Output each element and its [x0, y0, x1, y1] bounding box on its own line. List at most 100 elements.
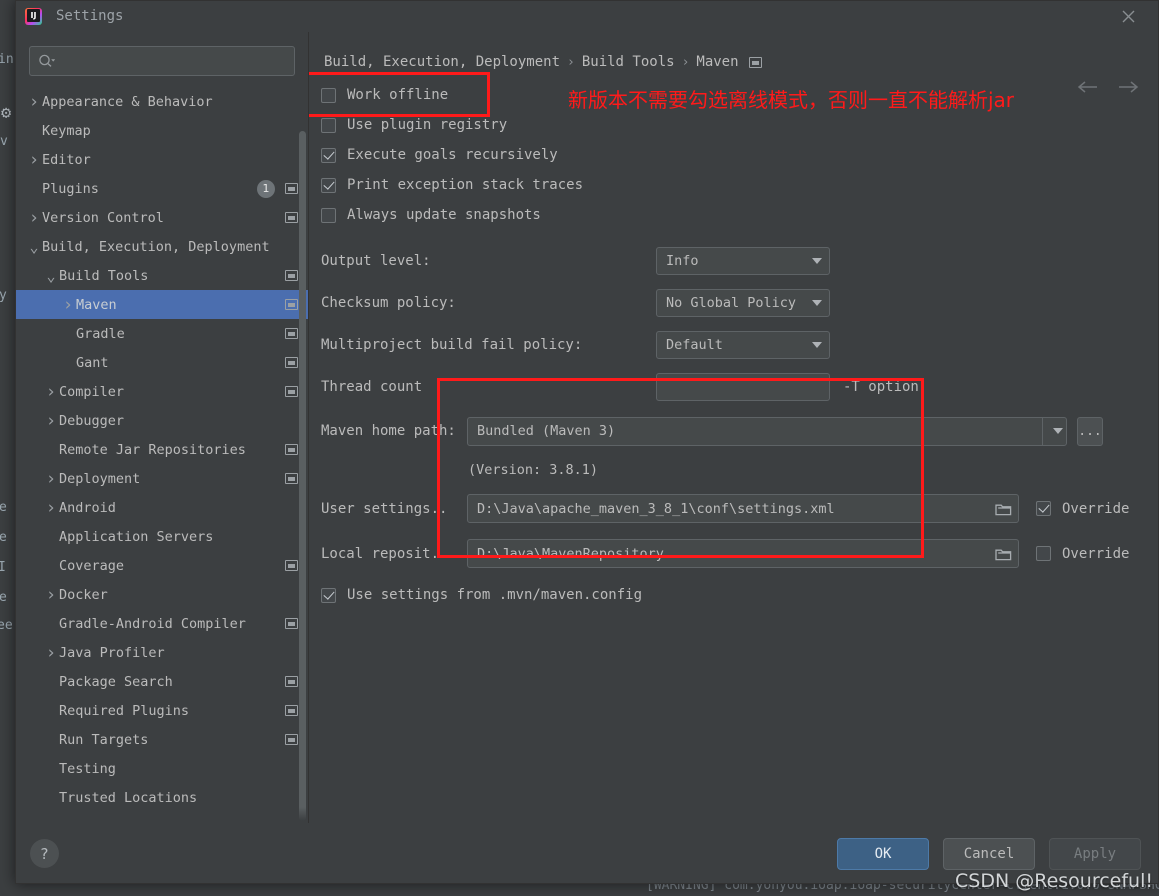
project-scope-icon[interactable]	[285, 560, 298, 571]
project-scope-icon[interactable]	[285, 705, 298, 716]
chevron-right-icon[interactable]: ›	[26, 151, 42, 168]
sidebar-item-run-targets[interactable]: ›Run Targets	[16, 725, 308, 754]
chevron-down-icon[interactable]: ⌄	[43, 268, 59, 283]
sidebar-item-languages-frameworks[interactable]: ›Languages & Frameworks	[16, 812, 308, 823]
chevron-right-icon[interactable]: ›	[43, 383, 59, 400]
project-scope-icon[interactable]	[285, 183, 298, 194]
breadcrumb-item-0[interactable]: Build, Execution, Deployment	[324, 54, 560, 70]
sidebar-item-gradle[interactable]: ›Gradle	[16, 319, 308, 348]
checksum-policy-dropdown[interactable]: No Global Policy	[656, 289, 830, 317]
maven-home-browse-button[interactable]: ...	[1077, 416, 1103, 446]
sidebar-item-keymap[interactable]: ›Keymap	[16, 116, 308, 145]
cancel-button[interactable]: Cancel	[943, 837, 1035, 870]
bg-fragment: ee	[0, 618, 13, 633]
user-settings-override-wrap[interactable]: Override	[1036, 501, 1129, 517]
user-settings-label: User settings..	[321, 500, 448, 517]
sidebar-item-application-servers[interactable]: ›Application Servers	[16, 522, 308, 551]
output-level-dropdown[interactable]: Info	[656, 247, 830, 275]
sidebar-search-wrap	[16, 32, 308, 85]
chevron-right-icon[interactable]: ›	[26, 93, 42, 110]
maven-home-path-dropdown[interactable]: Bundled (Maven 3)	[467, 416, 1067, 446]
chevron-right-icon[interactable]: ›	[43, 586, 59, 603]
chevron-right-icon[interactable]: ›	[43, 412, 59, 429]
chevron-right-icon[interactable]: ›	[43, 499, 59, 516]
sidebar-item-trusted-locations[interactable]: ›Trusted Locations	[16, 783, 308, 812]
use-plugin-registry-checkbox[interactable]	[321, 117, 336, 133]
project-scope-icon[interactable]	[285, 357, 298, 368]
local-repository-override-checkbox[interactable]	[1036, 546, 1051, 561]
folder-icon[interactable]	[988, 495, 1018, 522]
local-repository-override-wrap[interactable]: Override	[1036, 546, 1129, 562]
print-exception-stack-traces-checkbox[interactable]	[321, 177, 336, 193]
project-scope-icon[interactable]	[285, 676, 298, 687]
search-box[interactable]	[29, 46, 295, 76]
project-scope-icon[interactable]	[285, 618, 298, 629]
project-scope-icon[interactable]	[285, 386, 298, 397]
execute-goals-recursively-label: Execute goals recursively	[347, 147, 558, 163]
work-offline-checkbox[interactable]	[321, 87, 336, 103]
project-scope-icon[interactable]	[285, 734, 298, 745]
user-settings-value: D:\Java\apache_maven_3_8_1\conf\settings…	[477, 500, 835, 517]
sidebar-item-docker[interactable]: › Docker	[16, 580, 308, 609]
sidebar-item-label: Package Search	[59, 673, 173, 690]
multiproject-fail-policy-dropdown[interactable]: Default	[656, 331, 830, 359]
chevron-down-icon[interactable]	[1042, 417, 1066, 445]
sidebar-item-required-plugins[interactable]: ›Required Plugins	[16, 696, 308, 725]
project-scope-icon[interactable]	[285, 473, 298, 484]
settings-main-panel: Build, Execution, Deployment › Build Too…	[309, 32, 1158, 823]
project-scope-icon[interactable]	[285, 444, 298, 455]
checkbox-row-always-update-snapshots[interactable]: Always update snapshots	[321, 200, 1158, 230]
execute-goals-recursively-checkbox[interactable]	[321, 147, 336, 163]
sidebar-item-appearance-behavior[interactable]: › Appearance & Behavior	[16, 87, 308, 116]
sidebar-item-deployment[interactable]: › Deployment	[16, 464, 308, 493]
checkbox-row-use-plugin-registry[interactable]: Use plugin registry	[321, 110, 1158, 140]
checksum-policy-label: Checksum policy:	[321, 295, 456, 311]
sidebar-item-coverage[interactable]: ›Coverage	[16, 551, 308, 580]
checkbox-row-print-exception-stack-traces[interactable]: Print exception stack traces	[321, 170, 1158, 200]
user-settings-override-checkbox[interactable]	[1036, 501, 1051, 516]
sidebar-item-editor[interactable]: › Editor	[16, 145, 308, 174]
project-scope-icon[interactable]	[285, 270, 298, 281]
breadcrumb-item-2[interactable]: Maven	[696, 54, 738, 70]
sidebar-item-version-control[interactable]: › Version Control	[16, 203, 308, 232]
help-button[interactable]: ?	[30, 839, 59, 868]
sidebar-item-build-execution-deployment[interactable]: ⌄ Build, Execution, Deployment	[16, 232, 308, 261]
sidebar-item-gradle-android-compiler[interactable]: ›Gradle-Android Compiler	[16, 609, 308, 638]
sidebar-item-android[interactable]: › Android	[16, 493, 308, 522]
footer-buttons: OK Cancel Apply	[837, 837, 1141, 870]
chevron-down-icon[interactable]: ⌄	[26, 239, 42, 254]
chevron-right-icon[interactable]: ›	[43, 470, 59, 487]
sidebar-item-java-profiler[interactable]: › Java Profiler	[16, 638, 308, 667]
breadcrumb-item-1[interactable]: Build Tools	[582, 54, 675, 70]
use-mvn-config-checkbox[interactable]	[321, 587, 336, 603]
sidebar-item-label: Run Targets	[59, 731, 149, 748]
chevron-right-icon[interactable]: ›	[43, 644, 59, 661]
user-settings-input[interactable]: D:\Java\apache_maven_3_8_1\conf\settings…	[467, 494, 1019, 523]
search-input[interactable]	[59, 53, 286, 69]
local-repository-input[interactable]: D:\Java\MavenRepository	[467, 539, 1019, 568]
ok-button[interactable]: OK	[837, 837, 929, 870]
sidebar-scrollbar[interactable]	[299, 131, 306, 821]
always-update-snapshots-checkbox[interactable]	[321, 207, 336, 223]
sidebar-item-gant[interactable]: ›Gant	[16, 348, 308, 377]
close-button[interactable]	[1106, 1, 1150, 32]
sidebar-item-plugins[interactable]: ›Plugins1	[16, 174, 308, 203]
sidebar-item-build-tools[interactable]: ⌄ Build Tools	[16, 261, 308, 290]
sidebar-item-maven[interactable]: › Maven	[16, 290, 308, 319]
chevron-right-icon[interactable]: ›	[26, 209, 42, 226]
checkbox-row-use-mvn-config[interactable]: Use settings from .mvn/maven.config	[321, 580, 1158, 610]
folder-icon[interactable]	[988, 540, 1018, 567]
thread-count-input[interactable]	[656, 373, 830, 401]
project-scope-icon[interactable]	[285, 212, 298, 223]
settings-tree[interactable]: ›Appearance & Behavior›Keymap›Editor›Plu…	[16, 85, 308, 823]
project-scope-icon[interactable]	[285, 328, 298, 339]
chevron-right-icon[interactable]: ›	[60, 296, 76, 313]
sidebar-item-testing[interactable]: ›Testing	[16, 754, 308, 783]
sidebar-item-debugger[interactable]: › Debugger	[16, 406, 308, 435]
project-scope-icon[interactable]	[285, 299, 298, 310]
sidebar-item-package-search[interactable]: ›Package Search	[16, 667, 308, 696]
project-scope-icon[interactable]	[748, 56, 762, 68]
sidebar-item-compiler[interactable]: › Compiler	[16, 377, 308, 406]
sidebar-item-remote-jar-repositories[interactable]: ›Remote Jar Repositories	[16, 435, 308, 464]
checkbox-row-execute-goals-recursively[interactable]: Execute goals recursively	[321, 140, 1158, 170]
